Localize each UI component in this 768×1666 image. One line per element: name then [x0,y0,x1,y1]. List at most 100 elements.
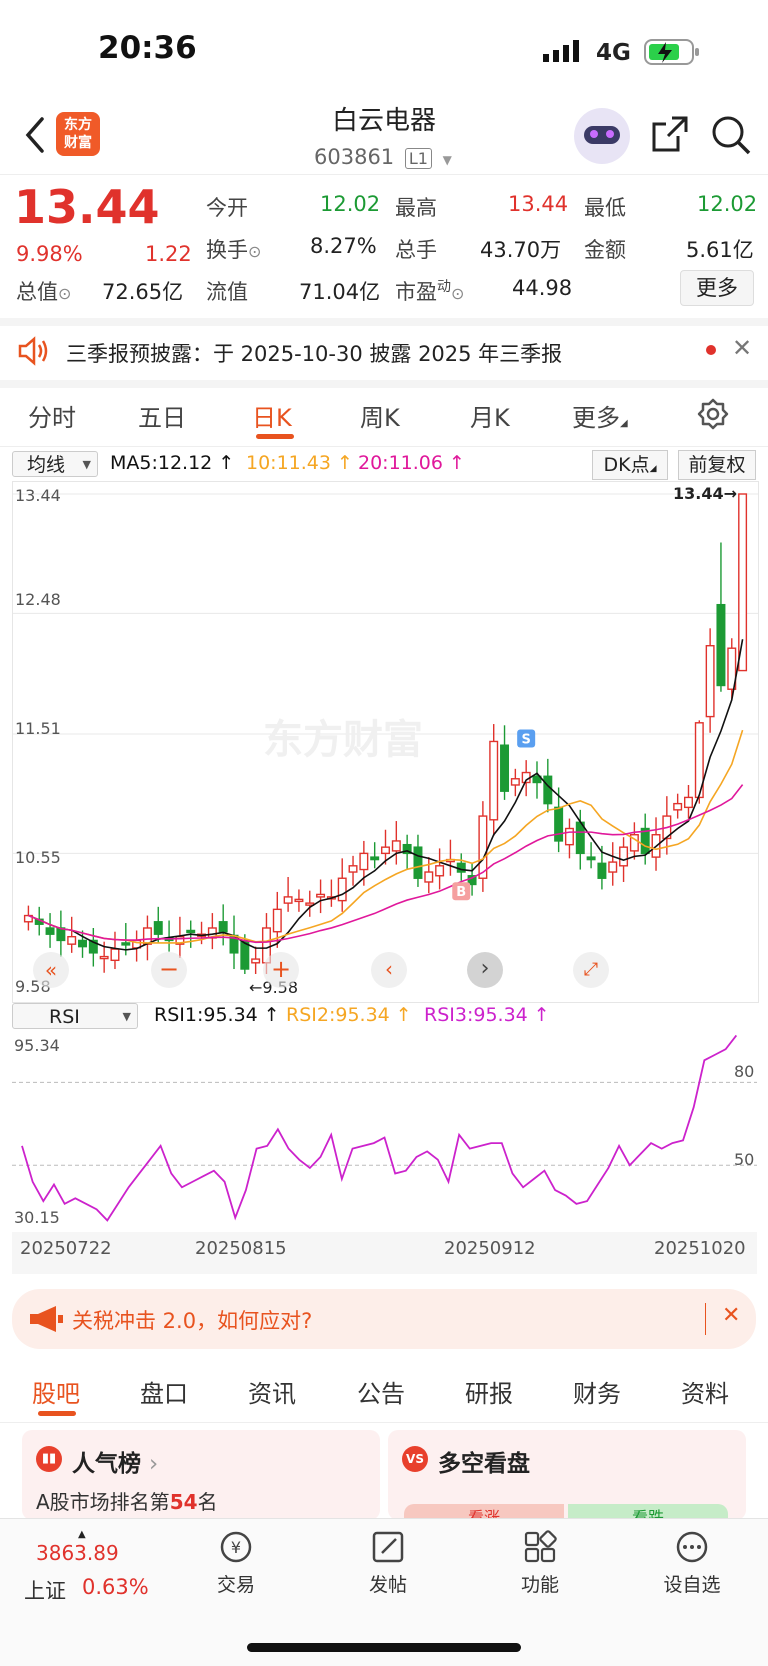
kline-chart[interactable]: BS 东方财富 13.44 12.48 11.51 10.55 9.58 13.… [12,481,759,1003]
rsi2-text: RSI2:95.34 [286,1004,390,1026]
tab-finance[interactable]: 财务 [573,1374,621,1409]
rsi-chart[interactable]: 95.34 30.15 80 50 [12,1034,757,1230]
tab-intraday[interactable]: 分时 [28,398,76,433]
prev-icon[interactable]: ‹ [371,952,407,988]
y-tick: 13.44 [15,486,61,505]
divider [0,174,768,175]
zoom-out-icon[interactable]: − [151,952,187,988]
caret-icon: ◢ [620,418,628,429]
candle [683,796,693,809]
y-tick: 10.55 [15,848,61,867]
tab-weekly-k[interactable]: 周K [360,398,400,433]
ma5-value: MA5:12.12 ↑ [110,452,235,474]
candle [67,935,77,945]
tab-monthly-k[interactable]: 月K [470,398,510,433]
ma5-line [28,639,744,951]
tab-profile[interactable]: 资料 [681,1374,729,1409]
high-label: 最高 [395,196,437,220]
candle [45,927,55,935]
index-value[interactable]: 3863.89 [36,1541,119,1565]
ad-banner[interactable]: 关税冲击 2.0，如何应对? ✕ [12,1289,756,1349]
mktcap-label-text: 总值 [16,280,58,304]
close-icon[interactable]: ✕ [722,1303,740,1328]
tab-guba[interactable]: 股吧 [32,1374,80,1409]
next-icon[interactable]: › [467,952,503,988]
candle [251,958,261,964]
ma20-text: 20:11.06 [358,452,443,474]
candle [478,815,488,879]
x-tick: 20251020 [654,1238,746,1259]
candle [381,846,390,855]
candle [456,862,466,873]
nav-trade[interactable]: ¥ 交易 [186,1529,286,1597]
tab-news[interactable]: 资讯 [248,1374,296,1409]
open-value: 12.02 [320,192,381,216]
stock-code-text: 603861 [314,145,395,169]
candle [316,893,326,898]
nav-post[interactable]: 发帖 [338,1529,438,1597]
share-icon[interactable] [650,114,690,154]
info-icon: ⊙ [58,284,72,303]
candle [121,942,131,946]
popularity-title: 人气榜 › [72,1444,158,1478]
x-axis: 20250722 20250815 20250912 20251020 [12,1232,757,1274]
info-icon: ⊙ [451,284,465,303]
nav-functions[interactable]: 功能 [490,1529,590,1597]
candle [619,846,629,867]
candle [586,856,596,861]
float-value: 71.04亿 [299,280,381,304]
more-button[interactable]: 更多 [680,270,754,306]
stock-code[interactable]: 603861 L1 ▼ [314,145,452,169]
nav-add-watchlist[interactable]: 设自选 [642,1529,742,1597]
candle [99,955,109,960]
divider [0,318,768,326]
rsi-level-50: 50 [734,1150,755,1169]
pe-label[interactable]: 市盈动⊙ [395,276,464,306]
tab-daily-k[interactable]: 日K [252,398,292,433]
tab-more[interactable]: 更多◢ [572,398,628,433]
amount-label: 金额 [584,238,626,262]
candle [272,908,282,933]
ma20-value: 20:11.06 ↑ [358,452,465,474]
mktcap-label[interactable]: 总值⊙ [16,276,71,306]
info-icon: ⊙ [248,242,262,261]
buy-marker-label: B [456,885,466,900]
settings-icon[interactable] [697,398,729,430]
unread-dot [706,345,716,355]
close-icon[interactable]: ✕ [732,334,752,362]
volume-label: 总手 [395,238,437,262]
tab-pankou[interactable]: 盘口 [140,1374,188,1409]
bullbear-card[interactable]: VS 多空看盘 看涨 看跌 [388,1430,746,1520]
candle [543,775,553,805]
notice-text[interactable]: 三季报预披露：于 2025-10-30 披露 2025 年三季报 [66,338,562,368]
ai-assistant-icon[interactable] [574,108,630,164]
dropdown-icon: ▼ [82,458,91,471]
up-arrow-icon: ▲ [78,1529,86,1540]
zoom-in-icon[interactable]: + [263,952,299,988]
rewind-icon[interactable]: « [33,952,69,988]
index-change: 0.63% [82,1575,149,1599]
battery-icon [644,39,699,65]
rsi-selector[interactable]: RSI ▼ [12,1003,138,1029]
dk-button[interactable]: DK点◢ [592,450,668,480]
tab-5day[interactable]: 五日 [138,398,186,433]
turnover-label[interactable]: 换手⊙ [206,234,261,264]
candle [500,744,510,792]
expand-icon[interactable]: ⤢ [573,952,609,988]
candle [283,896,293,904]
sell-marker-label: S [521,732,530,747]
search-icon[interactable] [710,114,752,156]
rsi1-value: RSI1:95.34 ↑ [154,1004,280,1026]
tab-announcements[interactable]: 公告 [357,1374,405,1409]
y-tick: 11.51 [15,719,61,738]
tab-research[interactable]: 研报 [465,1374,513,1409]
popularity-card[interactable]: ▮▮ 人气榜 › A股市场排名第54名 [22,1430,380,1520]
network-label: 4G [596,40,631,66]
candle [510,778,520,786]
svg-text:¥: ¥ [231,1538,241,1557]
status-time: 20:36 [98,30,197,66]
low-value: 12.02 [697,192,758,216]
ma-selector[interactable]: 均线 ▼ [12,451,98,477]
open-label: 今开 [206,196,248,220]
adjust-button[interactable]: 前复权 [678,450,756,480]
